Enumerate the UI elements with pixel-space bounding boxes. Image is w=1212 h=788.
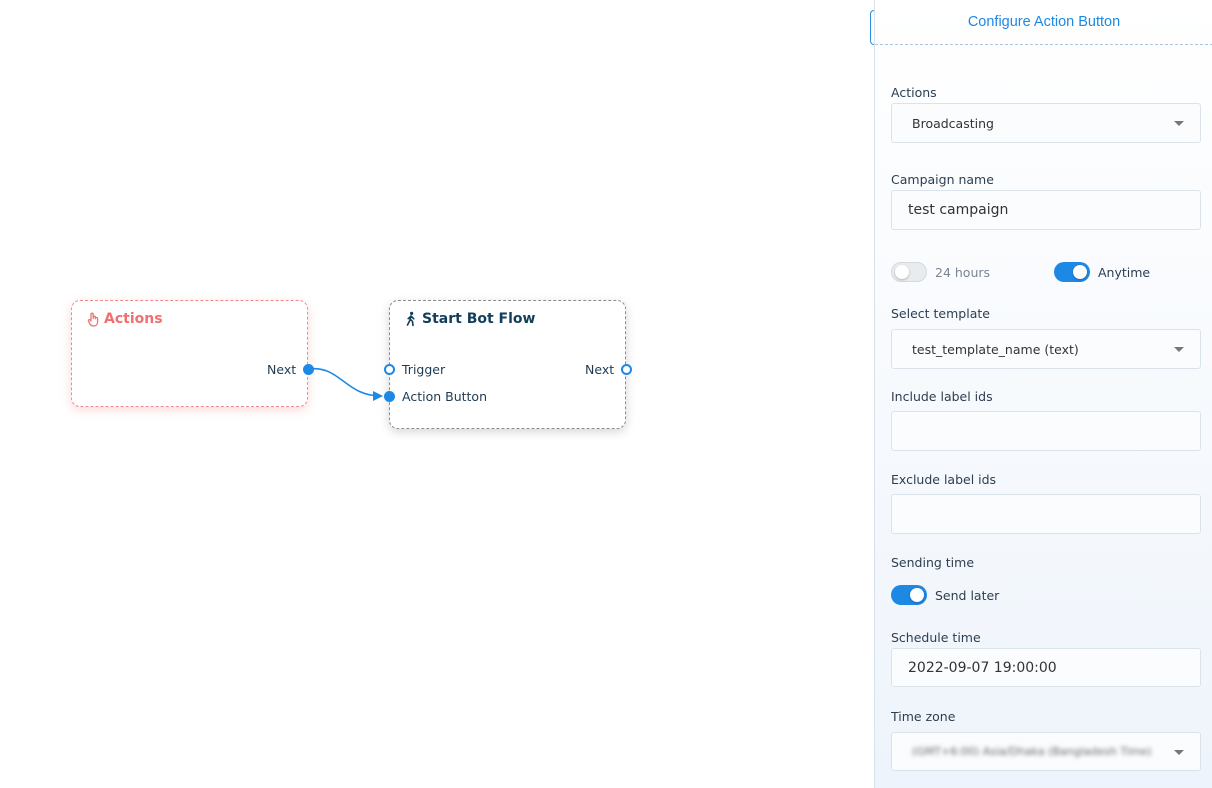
actions-node-title: Actions bbox=[85, 311, 163, 327]
schedule-time-value: 2022-09-07 19:00:00 bbox=[908, 659, 1057, 676]
chevron-down-icon bbox=[1174, 750, 1184, 755]
template-select[interactable]: test_template_name (text) bbox=[891, 329, 1201, 369]
send-later-label: Send later bbox=[935, 588, 1000, 603]
campaign-name-label: Campaign name bbox=[891, 172, 994, 187]
send-later-toggle[interactable] bbox=[891, 585, 927, 605]
trigger-port[interactable] bbox=[384, 364, 395, 375]
exclude-label-ids-label: Exclude label ids bbox=[891, 472, 997, 487]
actions-next-port[interactable] bbox=[303, 364, 314, 375]
start-bot-flow-node-title: Start Bot Flow bbox=[403, 311, 535, 327]
sending-time-label: Sending time bbox=[891, 555, 975, 570]
include-label-ids-label: Include label ids bbox=[891, 389, 993, 404]
schedule-time-input[interactable]: 2022-09-07 19:00:00 bbox=[891, 648, 1201, 687]
toggle-knob bbox=[895, 265, 909, 279]
campaign-name-value: test campaign bbox=[908, 202, 1009, 218]
panel-title: Configure Action Button bbox=[967, 14, 1121, 30]
time-zone-select[interactable]: (GMT+6:00) Asia/Dhaka (Bangladesh Time) bbox=[891, 732, 1201, 771]
start-bot-flow-next-label: Next bbox=[585, 362, 615, 377]
chevron-down-icon bbox=[1174, 347, 1184, 352]
campaign-name-input[interactable]: test campaign bbox=[891, 190, 1201, 230]
start-bot-flow-title-text: Start Bot Flow bbox=[422, 311, 536, 327]
chevron-down-icon bbox=[1174, 121, 1184, 126]
action-button-label: Action Button bbox=[402, 389, 487, 404]
action-button-port[interactable] bbox=[384, 391, 395, 402]
24-hours-toggle[interactable] bbox=[891, 262, 927, 282]
actions-select-value: Broadcasting bbox=[912, 115, 994, 131]
include-label-ids-input[interactable] bbox=[891, 411, 1201, 451]
edge-connector-line bbox=[308, 367, 383, 401]
time-zone-value: (GMT+6:00) Asia/Dhaka (Bangladesh Time) bbox=[912, 745, 1152, 758]
walking-person-icon bbox=[403, 311, 419, 327]
toggle-knob bbox=[910, 588, 924, 602]
trigger-label: Trigger bbox=[402, 362, 446, 377]
exclude-label-ids-input[interactable] bbox=[891, 494, 1201, 534]
actions-node-title-text: Actions bbox=[104, 311, 163, 327]
panel-header: Configure Action Button bbox=[875, 0, 1212, 45]
actions-select[interactable]: Broadcasting bbox=[891, 103, 1201, 143]
select-template-label: Select template bbox=[891, 306, 990, 321]
start-bot-flow-node[interactable]: Start Bot Flow Trigger Action Button Nex… bbox=[384, 300, 632, 429]
toggle-knob bbox=[1073, 265, 1087, 279]
actions-next-label: Next bbox=[267, 362, 297, 377]
anytime-toggle[interactable] bbox=[1054, 262, 1090, 282]
actions-node[interactable]: Actions Next bbox=[71, 300, 314, 407]
flow-canvas[interactable]: Actions Next Start Bot Flow Trigger Acti… bbox=[0, 0, 874, 788]
template-select-value: test_template_name (text) bbox=[912, 341, 1079, 357]
schedule-time-label: Schedule time bbox=[891, 630, 981, 645]
start-bot-flow-next-port[interactable] bbox=[621, 364, 632, 375]
24-hours-label: 24 hours bbox=[935, 265, 991, 280]
actions-field-label: Actions bbox=[891, 85, 937, 100]
anytime-label: Anytime bbox=[1098, 265, 1151, 280]
time-zone-label: Time zone bbox=[891, 709, 956, 724]
configure-panel: Configure Action Button Actions Broadcas… bbox=[874, 0, 1212, 788]
pointer-hand-icon bbox=[85, 311, 101, 327]
